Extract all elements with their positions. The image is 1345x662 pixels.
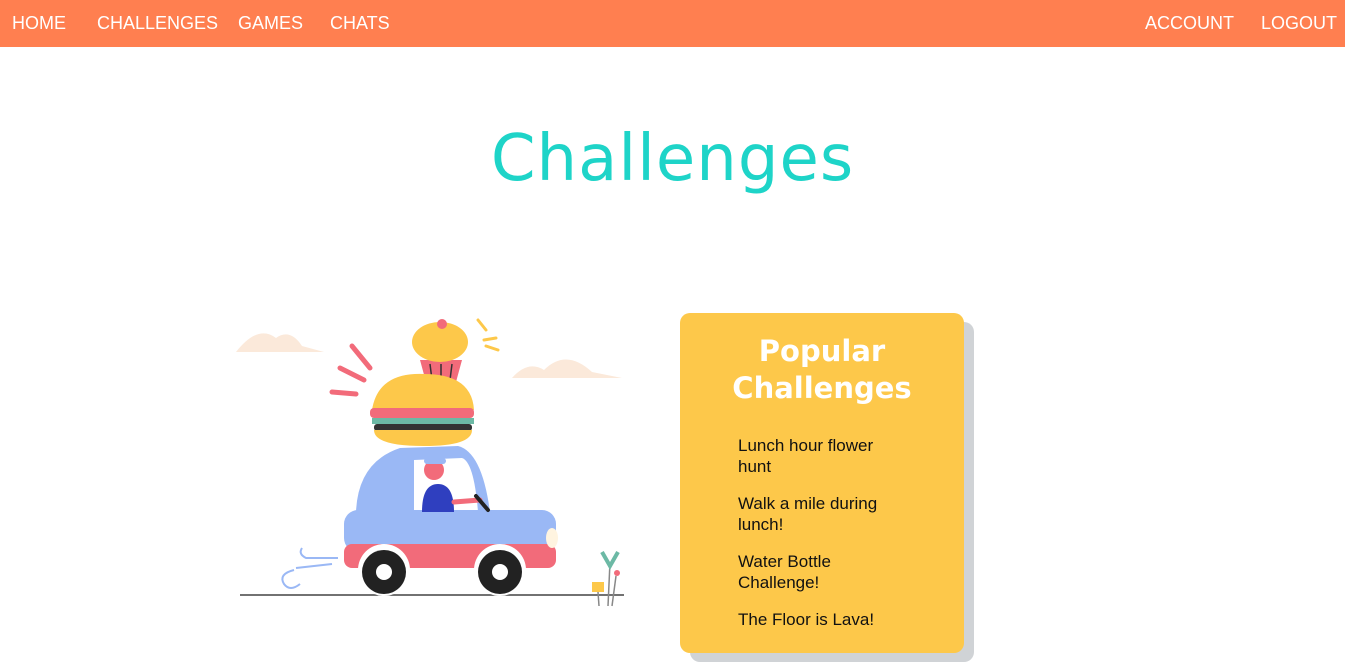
top-navbar: HOME CHALLENGES GAMES CHATS ACCOUNT LOGO… — [0, 0, 1345, 47]
challenge-item-flower-hunt[interactable]: Lunch hour flower hunt — [738, 435, 908, 477]
car-with-burger-illustration — [228, 312, 628, 612]
nav-account-link[interactable]: ACCOUNT — [1145, 0, 1234, 47]
nav-challenges-link[interactable]: CHALLENGES — [97, 0, 218, 47]
nav-chats-link[interactable]: CHATS — [330, 0, 390, 47]
popular-challenges-title-line2: Challenges — [732, 371, 912, 405]
challenge-item-walk-a-mile[interactable]: Walk a mile during lunch! — [738, 493, 908, 535]
nav-home-link[interactable]: HOME — [12, 0, 66, 47]
challenge-item-floor-is-lava[interactable]: The Floor is Lava! — [738, 609, 908, 630]
popular-challenges-card: Popular Challenges Lunch hour flower hun… — [680, 313, 964, 653]
nav-logout-link[interactable]: LOGOUT — [1261, 0, 1337, 47]
popular-challenges-title: Popular Challenges — [680, 333, 964, 407]
popular-challenges-title-line1: Popular — [758, 334, 886, 368]
popular-challenges-list: Lunch hour flower hunt Walk a mile durin… — [738, 435, 908, 646]
nav-games-link[interactable]: GAMES — [238, 0, 303, 47]
page-title: Challenges — [490, 122, 855, 196]
challenge-item-water-bottle[interactable]: Water Bottle Challenge! — [738, 551, 908, 593]
